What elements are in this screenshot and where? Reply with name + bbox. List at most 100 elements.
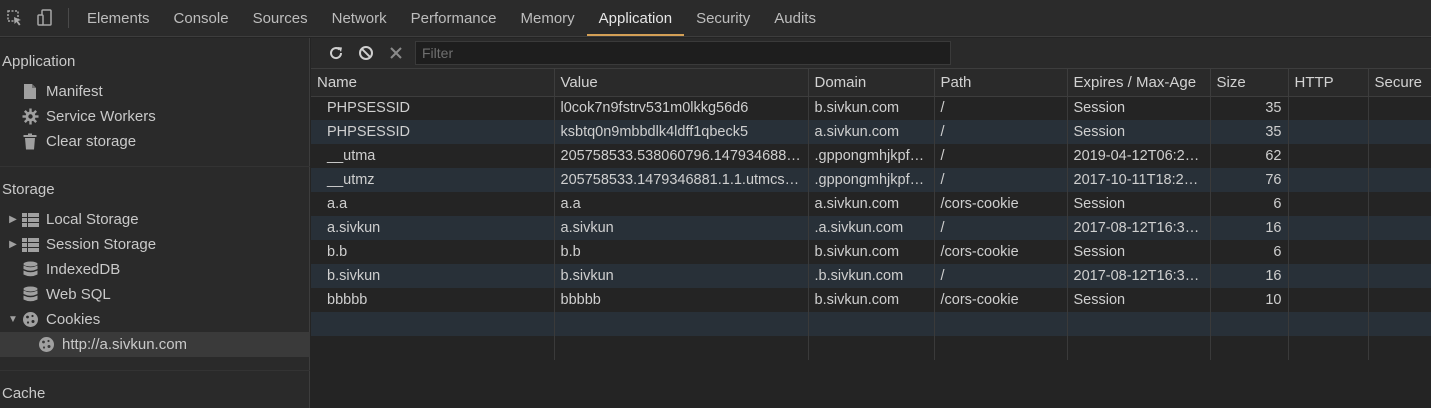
table-cell: .gppongmhjkpfnbhagpmjfkannfbllamg bbox=[808, 144, 935, 168]
expand-arrow-icon[interactable]: ▶ bbox=[6, 239, 20, 250]
table-cell: 205758533.1479346881.1.1.utmcsr=(direct)… bbox=[554, 168, 809, 192]
tab-security[interactable]: Security bbox=[684, 0, 762, 36]
sidebar-item-label: Session Storage bbox=[46, 236, 157, 253]
table-cell: l0cok7n9fstrv531m0lkkg56d6 bbox=[554, 96, 809, 120]
table-cell: b.b bbox=[311, 240, 555, 264]
table-row[interactable]: a.a a.a a.sivkun.com/cors-cookie Session 6 bbox=[311, 192, 1431, 216]
expand-arrow-icon[interactable]: ▶ bbox=[6, 214, 20, 225]
table-cell: a.a bbox=[554, 192, 809, 216]
cookies-table: Name Value Domain Path Expires / Max-Age… bbox=[311, 69, 1431, 360]
table-cell: b.sivkun bbox=[554, 264, 809, 288]
table-row[interactable]: b.sivkun b.sivkun .b.sivkun.com/2017-08-12… bbox=[311, 264, 1431, 288]
tab-network[interactable]: Network bbox=[320, 0, 399, 36]
sidebar-item-local-storage[interactable]: ▶ Local Storage bbox=[0, 207, 310, 232]
sidebar-item-cookies[interactable]: ▼ Cookies bbox=[0, 307, 310, 332]
table-cell: 16 bbox=[1210, 264, 1289, 288]
table-row[interactable]: PHPSESSID l0cok7n9fstrv531m0lkkg56d6 b.siv… bbox=[311, 96, 1431, 120]
table-cell: __utma bbox=[311, 144, 555, 168]
device-toolbar-icon[interactable] bbox=[30, 0, 60, 36]
table-cell: bbbbb bbox=[554, 288, 809, 312]
tab-elements[interactable]: Elements bbox=[75, 0, 162, 36]
table-cell: 2019-04-12T06:26:32.000Z bbox=[1067, 144, 1211, 168]
table-cell: 2017-08-12T16:31:24.000Z bbox=[1067, 264, 1211, 288]
tab-application[interactable]: Application bbox=[586, 0, 685, 36]
tab-performance[interactable]: Performance bbox=[399, 0, 509, 36]
sidebar-item-web-sql[interactable]: Web SQL bbox=[0, 282, 310, 307]
sidebar-item-manifest[interactable]: Manifest bbox=[0, 79, 310, 104]
tab-audits[interactable]: Audits bbox=[762, 0, 828, 36]
table-cell bbox=[1288, 144, 1369, 168]
sidebar-item-cookie-origin[interactable]: http://a.sivkun.com bbox=[0, 332, 310, 357]
sidebar-item-label: Web SQL bbox=[46, 286, 111, 303]
sidebar-item-session-storage[interactable]: ▶ Session Storage bbox=[0, 232, 310, 257]
sidebar-item-label: Manifest bbox=[46, 83, 103, 100]
table-cell: / bbox=[934, 168, 1068, 192]
column-header-secure[interactable]: Secure bbox=[1368, 69, 1431, 97]
sidebar-item-service-workers[interactable]: Service Workers bbox=[0, 104, 310, 129]
grid-table-icon bbox=[20, 211, 40, 229]
table-cell bbox=[1368, 120, 1431, 144]
table-cell bbox=[1288, 192, 1369, 216]
clear-all-button[interactable] bbox=[351, 40, 381, 66]
sidebar-item-label: Local Storage bbox=[46, 211, 139, 228]
table-cell bbox=[1067, 336, 1211, 360]
column-header-size[interactable]: Size bbox=[1210, 69, 1289, 97]
inspect-element-icon[interactable] bbox=[0, 0, 30, 36]
table-cell: 76 bbox=[1210, 168, 1289, 192]
column-header-value[interactable]: Value bbox=[554, 69, 809, 97]
table-cell bbox=[1368, 312, 1431, 336]
table-cell: b.sivkun.com bbox=[808, 288, 935, 312]
table-cell: .gppongmhjkpfnbhagpmjfkannfbllamg bbox=[808, 168, 935, 192]
column-header-http[interactable]: HTTP bbox=[1288, 69, 1369, 97]
table-cell: bbbbb bbox=[311, 288, 555, 312]
table-cell: 62 bbox=[1210, 144, 1289, 168]
table-row[interactable]: __utmz 205758533.1479346881.1.1.utmcsr=(d… bbox=[311, 168, 1431, 192]
table-cell bbox=[1210, 312, 1289, 336]
table-cell bbox=[311, 312, 555, 336]
tab-console[interactable]: Console bbox=[162, 0, 241, 36]
column-header-domain[interactable]: Domain bbox=[808, 69, 935, 97]
table-cell bbox=[1288, 168, 1369, 192]
table-cell: .b.sivkun.com bbox=[808, 264, 935, 288]
tab-sources[interactable]: Sources bbox=[241, 0, 320, 36]
toolbar-divider bbox=[68, 8, 69, 28]
refresh-button[interactable] bbox=[321, 40, 351, 66]
table-cell: Session bbox=[1067, 288, 1211, 312]
column-header-path[interactable]: Path bbox=[934, 69, 1068, 97]
table-cell bbox=[1368, 168, 1431, 192]
table-cell bbox=[1288, 120, 1369, 144]
collapse-arrow-icon[interactable]: ▼ bbox=[6, 314, 20, 325]
sidebar-item-indexeddb[interactable]: IndexedDB bbox=[0, 257, 310, 282]
table-cell: 10 bbox=[1210, 288, 1289, 312]
table-cell: / bbox=[934, 120, 1068, 144]
empty-table-row bbox=[311, 336, 1431, 360]
close-icon bbox=[390, 47, 402, 59]
table-cell bbox=[1288, 288, 1369, 312]
table-row[interactable]: a.sivkun a.sivkun .a.sivkun.com/2017-08-12… bbox=[311, 216, 1431, 240]
table-cell bbox=[808, 312, 935, 336]
table-cell bbox=[1067, 312, 1211, 336]
empty-table-row bbox=[311, 312, 1431, 336]
table-row[interactable]: __utma205758533.538060796.1479346881.147… bbox=[311, 144, 1431, 168]
table-row[interactable]: b.b b.b b.sivkun.com/cors-cookie Session 6 bbox=[311, 240, 1431, 264]
table-cell: Session bbox=[1067, 120, 1211, 144]
database-icon bbox=[20, 286, 40, 304]
tab-memory[interactable]: Memory bbox=[509, 0, 587, 36]
cookies-toolbar bbox=[311, 38, 1431, 69]
table-cell: a.sivkun bbox=[311, 216, 555, 240]
table-header-row: Name Value Domain Path Expires / Max-Age… bbox=[311, 69, 1431, 97]
sidebar-item-label: Clear storage bbox=[46, 133, 137, 150]
table-row[interactable]: PHPSESSID ksbtq0n9mbbdlk4ldff1qbeck5 a.siv… bbox=[311, 120, 1431, 144]
table-cell: b.sivkun.com bbox=[808, 240, 935, 264]
sidebar-divider bbox=[0, 370, 310, 371]
sidebar-item-clear-storage[interactable]: Clear storage bbox=[0, 129, 310, 154]
column-header-expires[interactable]: Expires / Max-Age bbox=[1067, 69, 1211, 97]
sidebar-item-label: http://a.sivkun.com bbox=[62, 336, 188, 353]
sidebar-item-label: Service Workers bbox=[46, 108, 156, 125]
table-cell: Session bbox=[1067, 192, 1211, 216]
table-row[interactable]: bbbbb bbbbb b.sivkun.com/cors-cookie Sessio… bbox=[311, 288, 1431, 312]
table-cell: ksbtq0n9mbbdlk4ldff1qbeck5 bbox=[554, 120, 809, 144]
column-header-name[interactable]: Name bbox=[311, 69, 555, 97]
delete-selected-button[interactable] bbox=[381, 40, 411, 66]
filter-input[interactable] bbox=[415, 41, 951, 65]
